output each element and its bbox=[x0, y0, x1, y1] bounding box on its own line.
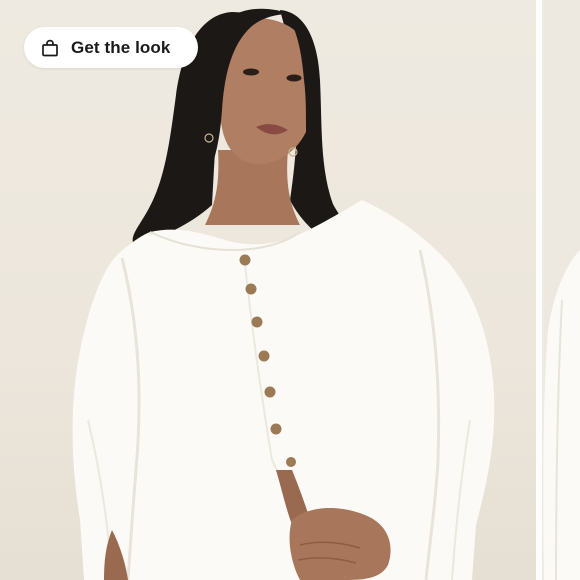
next-product-image-peek[interactable] bbox=[542, 0, 580, 580]
shopping-bag-icon bbox=[40, 38, 60, 58]
product-image-carousel[interactable]: Get the look bbox=[0, 0, 580, 580]
get-the-look-button[interactable]: Get the look bbox=[24, 27, 198, 68]
product-image-slide[interactable] bbox=[0, 0, 536, 580]
product-photo bbox=[72, 8, 495, 580]
get-the-look-label: Get the look bbox=[71, 37, 171, 57]
next-product-photo bbox=[543, 250, 580, 580]
